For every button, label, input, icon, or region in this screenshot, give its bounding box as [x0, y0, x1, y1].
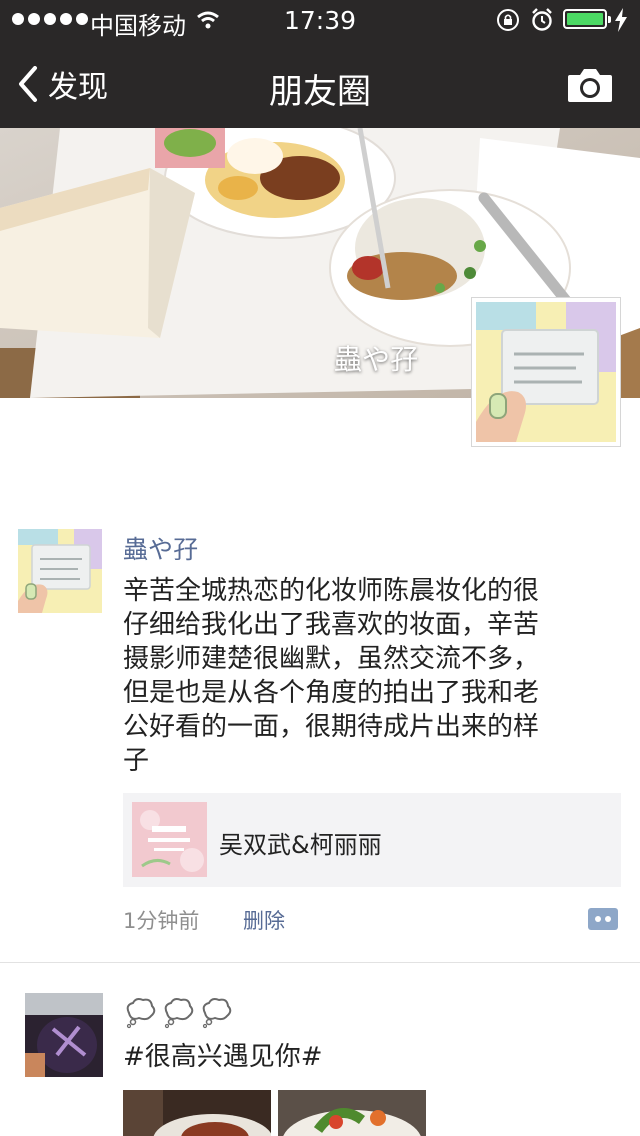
- post-timestamp: 1分钟前: [123, 909, 200, 933]
- link-thumbnail: [132, 802, 207, 877]
- chevron-left-icon: [19, 66, 37, 102]
- alarm-icon: [532, 8, 552, 31]
- thought-bubble-icon: [126, 998, 156, 1029]
- my-avatar[interactable]: [471, 297, 621, 447]
- camera-icon[interactable]: [566, 66, 614, 104]
- post-avatar[interactable]: [18, 529, 102, 613]
- avatar-image: [476, 302, 616, 442]
- status-bar: 中国移动 17:39: [0, 0, 640, 40]
- post-author[interactable]: 蟲や孖: [123, 530, 198, 566]
- post-photo[interactable]: [278, 1090, 426, 1136]
- post-text-line: 摄影师建楚很幽默，虽然交流不多，: [123, 644, 540, 674]
- delete-button[interactable]: 删除: [243, 905, 285, 935]
- link-thumbnail-image: [132, 802, 207, 877]
- top-bar: 中国移动 17:39 发现 朋友圈: [0, 0, 640, 128]
- post-text: #很高兴遇见你#: [123, 1042, 323, 1072]
- thought-bubble-icon: [164, 998, 194, 1029]
- charging-icon: [615, 8, 627, 32]
- post-text-line: 辛苦全城热恋的化妆师陈晨妆化的很: [123, 576, 540, 606]
- rotation-lock-icon: [497, 9, 519, 31]
- post-text-line: 但是也是从各个角度的拍出了我和老: [123, 678, 540, 708]
- post-avatar[interactable]: [25, 993, 103, 1077]
- comment-icon[interactable]: [586, 906, 620, 932]
- thought-bubble-icon: [202, 998, 232, 1029]
- post-photo[interactable]: [123, 1090, 271, 1136]
- shared-link-card[interactable]: 吴双武&柯丽丽: [123, 793, 621, 887]
- back-label: 发现: [48, 70, 108, 105]
- emoji-row: [123, 995, 233, 1029]
- avatar-image: [18, 529, 102, 613]
- post-divider: [0, 962, 640, 963]
- link-title: 吴双武&柯丽丽: [219, 831, 382, 859]
- post-text: 辛苦全城热恋的化妆师陈晨妆化的很 仔细给我化出了我喜欢的妆面，辛苦 摄影师建楚很…: [123, 574, 593, 778]
- back-button[interactable]: 发现: [18, 62, 108, 106]
- battery-icon: [563, 9, 611, 29]
- cover-username: 蟲や孖: [334, 343, 419, 376]
- post-text-line: 仔细给我化出了我喜欢的妆面，辛苦: [123, 610, 540, 640]
- post-text-line: 公好看的一面，很期待成片出来的样: [123, 712, 540, 742]
- post-text-line: 子: [123, 746, 150, 776]
- photo-image: [123, 1090, 271, 1136]
- avatar-image: [25, 993, 103, 1077]
- photo-image: [278, 1090, 426, 1136]
